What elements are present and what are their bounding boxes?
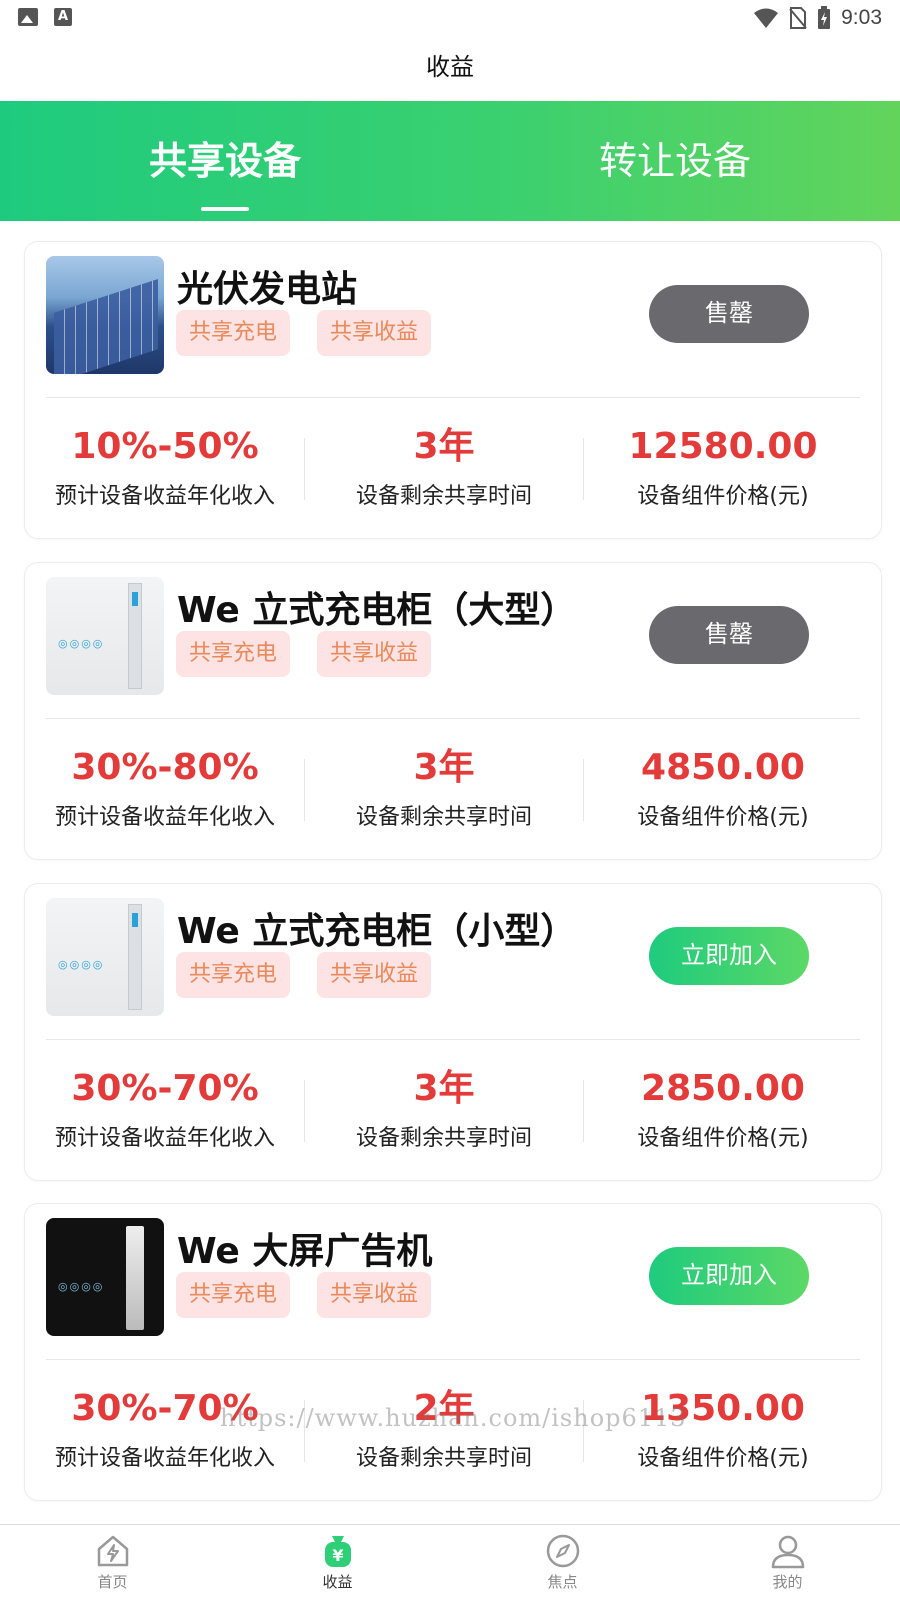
divider xyxy=(46,1359,860,1360)
join-now-button[interactable]: 立即加入 xyxy=(649,1247,809,1305)
annual-return-value: 10%-50% xyxy=(71,426,259,467)
stats-row: 30%-80% 预计设备收益年化收入 3年设备剩余共享时间 4850.00 设备组件… xyxy=(25,743,883,843)
svg-text:¥: ¥ xyxy=(332,1546,343,1565)
gallery-notification-icon xyxy=(18,8,38,26)
device-card[interactable]: ◎◎◎◎ We 大屏广告机 共享充电 共享收益 立即加入 30%-70% 预计设备… xyxy=(24,1203,882,1501)
tab-bar: 共享设备 转让设备 xyxy=(0,101,900,221)
annual-return-label: 预计设备收益年化收入 xyxy=(54,1126,275,1151)
a-notification-icon: A xyxy=(54,8,72,26)
compass-icon xyxy=(546,1534,579,1568)
nav-home[interactable]: 首页 xyxy=(0,1525,225,1600)
active-tab-indicator xyxy=(201,207,249,211)
tag-shared-income: 共享收益 xyxy=(317,631,432,677)
bottom-nav: 首页 ¥ 收益 焦点 我的 xyxy=(0,1524,900,1600)
tag-shared-charging: 共享充电 xyxy=(176,631,291,677)
device-card[interactable]: ◎◎◎◎ We 立式充电柜（大型） 共享充电 共享收益 售罄 30%-80% 预计… xyxy=(24,562,882,860)
tag-shared-income: 共享收益 xyxy=(317,310,432,356)
device-title: 光伏发电站 xyxy=(177,269,358,310)
price-label: 设备组件价格(元) xyxy=(637,805,809,830)
nav-label: 收益 xyxy=(322,1573,353,1591)
tab-transfer-devices[interactable]: 转让设备 xyxy=(450,101,900,221)
ad-screen-image: ◎◎◎◎ xyxy=(46,1218,164,1336)
nav-income[interactable]: ¥ 收益 xyxy=(225,1525,450,1600)
status-bar: A 9:03 xyxy=(0,0,900,38)
annual-return-label: 预计设备收益年化收入 xyxy=(54,805,275,830)
remaining-time-label: 设备剩余共享时间 xyxy=(355,484,532,509)
nav-me[interactable]: 我的 xyxy=(675,1525,900,1600)
price-label: 设备组件价格(元) xyxy=(637,1446,809,1471)
tag-shared-income: 共享收益 xyxy=(317,1272,432,1318)
device-title: We 立式充电柜（大型） xyxy=(177,590,577,631)
device-list[interactable]: 光伏发电站 共享充电 共享收益 售罄 10%-50% 预计设备收益年化收入 3年设… xyxy=(0,221,900,1524)
tag-shared-charging: 共享充电 xyxy=(176,310,291,356)
stats-row: 30%-70% 预计设备收益年化收入 3年设备剩余共享时间 2850.00 设备组件… xyxy=(25,1064,883,1164)
annual-return-value: 30%-80% xyxy=(71,747,259,788)
annual-return-label: 预计设备收益年化收入 xyxy=(54,1446,275,1471)
wifi-icon xyxy=(754,8,779,28)
remaining-time-value: 3年 xyxy=(413,426,475,467)
price-value: 2850.00 xyxy=(641,1068,805,1109)
nav-label: 焦点 xyxy=(547,1573,578,1591)
sold-out-button[interactable]: 售罄 xyxy=(649,285,809,343)
device-title: We 大屏广告机 xyxy=(177,1231,433,1272)
clock: 9:03 xyxy=(841,6,882,29)
annual-return-value: 30%-70% xyxy=(71,1068,259,1109)
price-label: 设备组件价格(元) xyxy=(637,1126,809,1151)
device-card[interactable]: 光伏发电站 共享充电 共享收益 售罄 10%-50% 预计设备收益年化收入 3年设… xyxy=(24,241,882,539)
price-value: 4850.00 xyxy=(641,747,805,788)
stats-row: 30%-70% 预计设备收益年化收入 2年设备剩余共享时间 1350.00 设备组件… xyxy=(25,1384,883,1484)
tag-shared-income: 共享收益 xyxy=(317,952,432,998)
tag-shared-charging: 共享充电 xyxy=(176,1272,291,1318)
solar-panel-image xyxy=(46,256,164,374)
divider xyxy=(46,718,860,719)
price-label: 设备组件价格(元) xyxy=(637,484,809,509)
nav-label: 我的 xyxy=(772,1573,803,1591)
remaining-time-label: 设备剩余共享时间 xyxy=(355,1126,532,1151)
divider xyxy=(46,1039,860,1040)
remaining-time-value: 3年 xyxy=(413,747,475,788)
device-card[interactable]: ◎◎◎◎ We 立式充电柜（小型） 共享充电 共享收益 立即加入 30%-70%… xyxy=(24,883,882,1181)
battery-charging-icon xyxy=(818,6,831,29)
remaining-time-value: 3年 xyxy=(413,1068,475,1109)
money-bag-icon: ¥ xyxy=(324,1536,351,1567)
stats-row: 10%-50% 预计设备收益年化收入 3年设备剩余共享时间 12580.00 设备组… xyxy=(25,422,883,522)
divider xyxy=(46,397,860,398)
user-icon xyxy=(771,1535,804,1569)
annual-return-label: 预计设备收益年化收入 xyxy=(54,484,275,509)
no-sim-icon xyxy=(789,7,807,29)
charging-cabinet-image: ◎◎◎◎ xyxy=(46,577,164,695)
page-title: 收益 xyxy=(426,53,474,81)
price-value: 12580.00 xyxy=(628,426,818,467)
device-title: We 立式充电柜（小型） xyxy=(177,911,577,952)
nav-label: 首页 xyxy=(97,1573,128,1591)
remaining-time-label: 设备剩余共享时间 xyxy=(355,1446,532,1471)
home-bolt-icon xyxy=(97,1535,128,1567)
tab-shared-devices[interactable]: 共享设备 xyxy=(0,101,450,221)
remaining-time-label: 设备剩余共享时间 xyxy=(355,805,532,830)
remaining-time-value: 2年 xyxy=(413,1388,475,1429)
join-now-button[interactable]: 立即加入 xyxy=(649,927,809,985)
sold-out-button[interactable]: 售罄 xyxy=(649,606,809,664)
price-value: 1350.00 xyxy=(641,1388,805,1429)
tag-shared-charging: 共享充电 xyxy=(176,952,291,998)
annual-return-value: 30%-70% xyxy=(71,1388,259,1429)
charging-cabinet-image: ◎◎◎◎ xyxy=(46,898,164,1016)
nav-focus[interactable]: 焦点 xyxy=(450,1525,675,1600)
